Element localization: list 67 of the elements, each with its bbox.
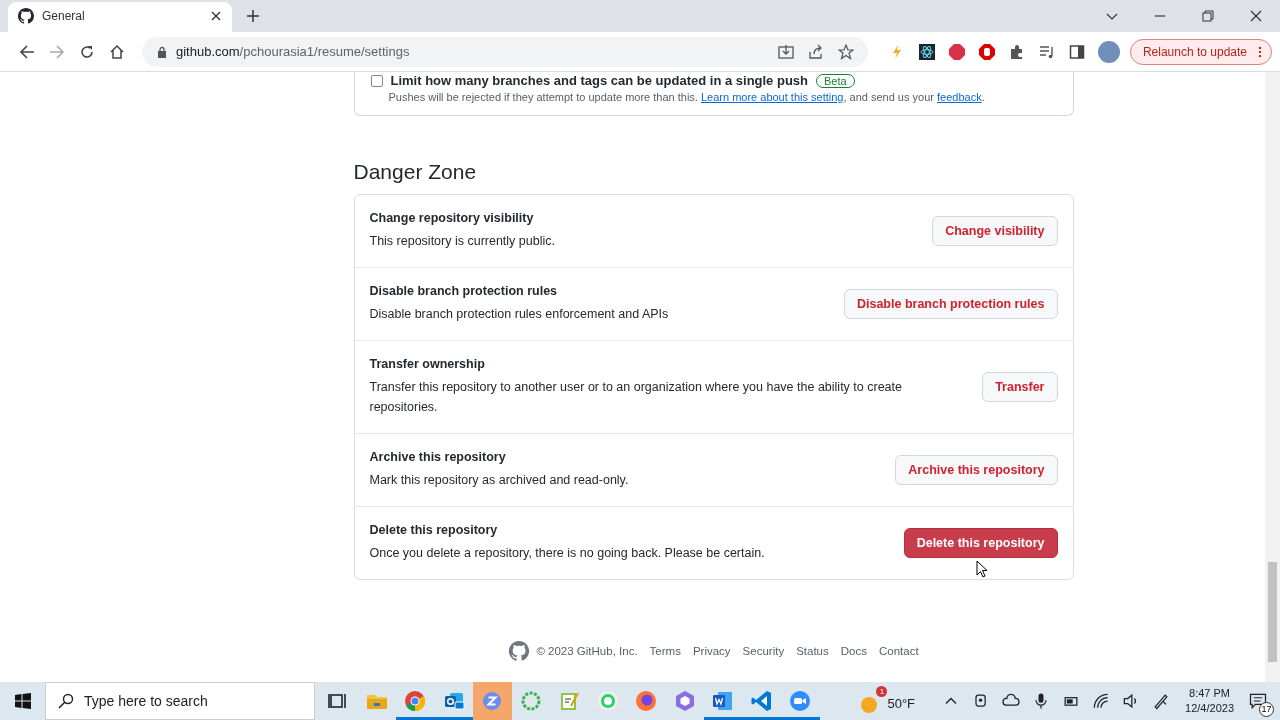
browser-tab[interactable]: General bbox=[8, 2, 232, 32]
setting-title: Archive this repository bbox=[369, 450, 507, 464]
setting-description: Once you delete a repository, there is no going back. Please be certain. bbox=[369, 545, 766, 562]
setting-title: Delete this repository bbox=[369, 523, 499, 537]
copyright-text: © 2023 GitHub, Inc. bbox=[536, 645, 638, 657]
mouse-pointer-icon bbox=[976, 560, 988, 578]
weather-widget[interactable]: 1 50°F bbox=[855, 685, 918, 717]
address-bar[interactable]: github.com/pchourasia1/resume/settings bbox=[142, 36, 868, 67]
close-icon[interactable] bbox=[1250, 10, 1262, 22]
section-heading: Danger Zone bbox=[353, 160, 478, 184]
back-arrow-icon[interactable] bbox=[19, 43, 35, 60]
action-button[interactable]: Change visibility bbox=[932, 216, 1058, 246]
delete-button[interactable]: Delete this repository bbox=[903, 528, 1058, 558]
close-icon[interactable] bbox=[210, 10, 222, 22]
puzzle-icon[interactable] bbox=[1008, 43, 1025, 60]
notification-center[interactable]: 17 bbox=[1244, 687, 1272, 715]
temperature-text: 50°F bbox=[887, 695, 916, 711]
action-button[interactable]: Archive this repository bbox=[895, 455, 1058, 485]
install-icon[interactable] bbox=[777, 43, 794, 60]
footer-link[interactable]: Status bbox=[796, 645, 829, 657]
footer-link[interactable]: Privacy bbox=[692, 645, 731, 657]
checkbox[interactable] bbox=[370, 74, 383, 87]
url-text: github.com/pchourasia1/resume/settings bbox=[176, 44, 410, 59]
windows-logo-icon[interactable] bbox=[15, 693, 31, 709]
feedback-link[interactable]: feedback bbox=[937, 91, 982, 103]
notification-badge: 1 bbox=[876, 686, 888, 697]
scrollbar[interactable] bbox=[1265, 72, 1280, 682]
side-panel-icon[interactable] bbox=[1068, 43, 1085, 60]
notification-count: 17 bbox=[1259, 702, 1274, 717]
restore-icon[interactable] bbox=[1202, 10, 1214, 22]
taskbar-search-field[interactable]: Type here to search bbox=[45, 682, 315, 720]
playlist-icon[interactable] bbox=[1038, 43, 1055, 60]
scrollbar-thumb[interactable] bbox=[1268, 562, 1277, 662]
footer-link[interactable]: Security bbox=[742, 645, 785, 657]
video-call-icon bbox=[788, 689, 813, 713]
stop-sign-icon[interactable] bbox=[948, 43, 965, 60]
browser-icon bbox=[403, 689, 428, 713]
tab-title: General bbox=[42, 9, 86, 23]
setting-description: Pushes will be rejected if they attempt to update more than this. Learn more about this setting, and send us your feedback. bbox=[388, 91, 986, 103]
github-logo-icon bbox=[18, 8, 34, 24]
footer-link[interactable]: Contact bbox=[878, 645, 919, 657]
action-button[interactable]: Disable branch protection rules bbox=[843, 289, 1058, 319]
setting-label: Limit how many branches and tags can be updated in a single push bbox=[390, 73, 809, 88]
date-text: 12/4/2023 bbox=[1185, 701, 1234, 716]
reload-icon[interactable] bbox=[79, 43, 95, 60]
share-icon[interactable] bbox=[807, 43, 824, 60]
footer-link[interactable]: Terms bbox=[649, 645, 681, 657]
home-icon[interactable] bbox=[109, 43, 125, 60]
setting-description: Disable branch protection rules enforcement and APIs bbox=[369, 306, 670, 323]
time-text: 8:47 PM bbox=[1189, 686, 1230, 701]
setting-description: Transfer this repository to another user or to an organization where you have the ability to create repositories. bbox=[369, 379, 903, 416]
code-editor-icon bbox=[749, 689, 774, 713]
setting-title: Disable branch protection rules bbox=[369, 284, 559, 298]
setting-description: Mark this repository as archived and read-only. bbox=[369, 472, 630, 489]
relaunch-button[interactable]: Relaunch to update bbox=[1129, 38, 1272, 65]
star-icon[interactable] bbox=[837, 43, 854, 60]
atom-icon[interactable] bbox=[918, 43, 935, 60]
action-button[interactable]: Transfer bbox=[982, 372, 1058, 402]
setting-description: This repository is currently public. bbox=[369, 233, 556, 250]
setting-title: Transfer ownership bbox=[369, 357, 486, 371]
clock[interactable]: 8:47 PM 12/4/2023 bbox=[1185, 686, 1234, 716]
profile-avatar[interactable] bbox=[1097, 40, 1120, 63]
plus-icon[interactable] bbox=[246, 9, 260, 23]
footer-link[interactable]: Docs bbox=[840, 645, 867, 657]
github-logo-icon[interactable] bbox=[508, 640, 531, 662]
setting-title: Change repository visibility bbox=[369, 211, 535, 225]
lock-icon bbox=[156, 45, 168, 58]
